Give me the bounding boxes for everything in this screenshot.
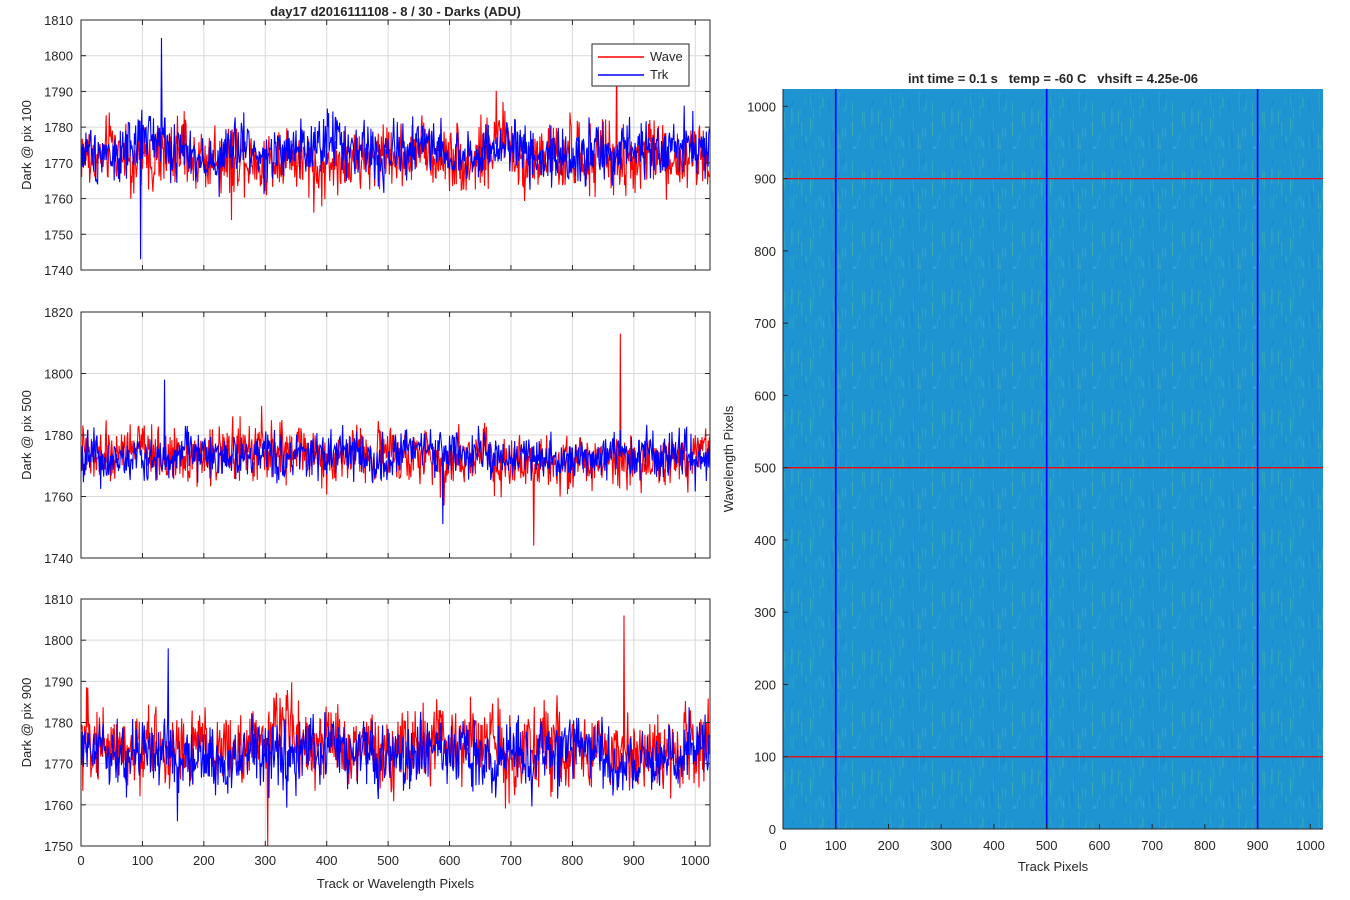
heatmap-image bbox=[783, 89, 1323, 829]
x-axis-label: Track Pixels bbox=[1018, 859, 1089, 874]
figure: 1740 1750 1760 1770 1780 1790 1800 1810 Dark @ p… bbox=[19, 4, 1325, 891]
y-tick-label: 600 bbox=[754, 388, 776, 403]
x-tick-label: 900 bbox=[1247, 838, 1269, 853]
legend-label: Trk bbox=[650, 67, 669, 82]
y-tick-label: 900 bbox=[754, 172, 776, 187]
legend: Wave Trk bbox=[591, 43, 690, 87]
line-panel-2: 1740 1760 1780 1800 1820 Dark @ pix 500 bbox=[19, 305, 711, 566]
y-tick-label: 1790 bbox=[44, 84, 73, 99]
y-tick-label: 1740 bbox=[44, 263, 73, 278]
y-tick-label: 700 bbox=[754, 316, 776, 331]
y-tick-label: 1800 bbox=[44, 633, 73, 648]
y-tick-label: 1780 bbox=[44, 120, 73, 135]
y-tick-label: 1750 bbox=[44, 227, 73, 242]
y-tick-label: 1820 bbox=[44, 305, 73, 320]
x-tick-label: 300 bbox=[254, 853, 276, 868]
y-tick-label: 1760 bbox=[44, 490, 73, 505]
y-tick-label: 1770 bbox=[44, 757, 73, 772]
y-tick-label: 1780 bbox=[44, 428, 73, 443]
y-tick-label: 0 bbox=[769, 822, 776, 837]
x-tick-label: 100 bbox=[132, 853, 154, 868]
x-tick-label: 500 bbox=[377, 853, 399, 868]
y-tick-label: 500 bbox=[754, 461, 776, 476]
y-tick-label: 800 bbox=[754, 244, 776, 259]
x-tick-label: 700 bbox=[500, 853, 522, 868]
x-tick-label: 900 bbox=[623, 853, 645, 868]
x-tick-label: 0 bbox=[779, 838, 786, 853]
y-tick-label: 400 bbox=[754, 533, 776, 548]
x-axis-label: Track or Wavelength Pixels bbox=[317, 876, 475, 891]
y-tick-label: 1800 bbox=[44, 49, 73, 64]
y-tick-label: 200 bbox=[754, 677, 776, 692]
x-tick-label: 800 bbox=[1194, 838, 1216, 853]
chart-title: day17 d2016111108 - 8 / 30 - Darks (ADU) bbox=[270, 4, 521, 19]
y-axis-label: Dark @ pix 100 bbox=[19, 100, 34, 190]
legend-label: Wave bbox=[650, 49, 683, 64]
line-panel-3: 0 100 200 300 400 500 600 700 800 900 1000 1750 1760… bbox=[19, 592, 711, 891]
y-tick-label: 1740 bbox=[44, 551, 73, 566]
y-tick-label: 1800 bbox=[44, 367, 73, 382]
line-panel-1: 1740 1750 1760 1770 1780 1790 1800 1810 Dark @ p… bbox=[19, 4, 711, 278]
y-axis-label: Dark @ pix 900 bbox=[19, 678, 34, 768]
heatmap-panel: 0 100 200 300 400 500 600 700 800 900 1000 0 100 200 3… bbox=[721, 71, 1325, 874]
x-tick-label: 200 bbox=[878, 838, 900, 853]
y-tick-label: 1000 bbox=[747, 99, 776, 114]
y-tick-label: 1790 bbox=[44, 674, 73, 689]
y-tick-label: 100 bbox=[754, 750, 776, 765]
y-tick-label: 1780 bbox=[44, 716, 73, 731]
x-tick-label: 1000 bbox=[1296, 838, 1325, 853]
x-tick-label: 200 bbox=[193, 853, 215, 868]
y-tick-label: 1760 bbox=[44, 192, 73, 207]
x-tick-label: 800 bbox=[562, 853, 584, 868]
x-tick-label: 600 bbox=[439, 853, 461, 868]
y-axis-label: Dark @ pix 500 bbox=[19, 390, 34, 480]
x-tick-label: 400 bbox=[316, 853, 338, 868]
y-tick-label: 1760 bbox=[44, 798, 73, 813]
x-tick-label: 400 bbox=[983, 838, 1005, 853]
y-tick-label: 1810 bbox=[44, 13, 73, 28]
x-tick-label: 700 bbox=[1141, 838, 1163, 853]
x-tick-label: 500 bbox=[1036, 838, 1058, 853]
y-tick-label: 1810 bbox=[44, 592, 73, 607]
x-tick-label: 600 bbox=[1089, 838, 1111, 853]
y-tick-label: 300 bbox=[754, 605, 776, 620]
x-tick-label: 100 bbox=[825, 838, 847, 853]
y-tick-label: 1750 bbox=[44, 839, 73, 854]
x-tick-label: 1000 bbox=[681, 853, 710, 868]
x-tick-label: 300 bbox=[930, 838, 952, 853]
y-tick-label: 1770 bbox=[44, 156, 73, 171]
y-axis-label: Wavelength Pixels bbox=[721, 405, 736, 512]
heatmap-title: int time = 0.1 s temp = -60 C vhsift = 4… bbox=[908, 71, 1198, 86]
x-tick-label: 0 bbox=[77, 853, 84, 868]
